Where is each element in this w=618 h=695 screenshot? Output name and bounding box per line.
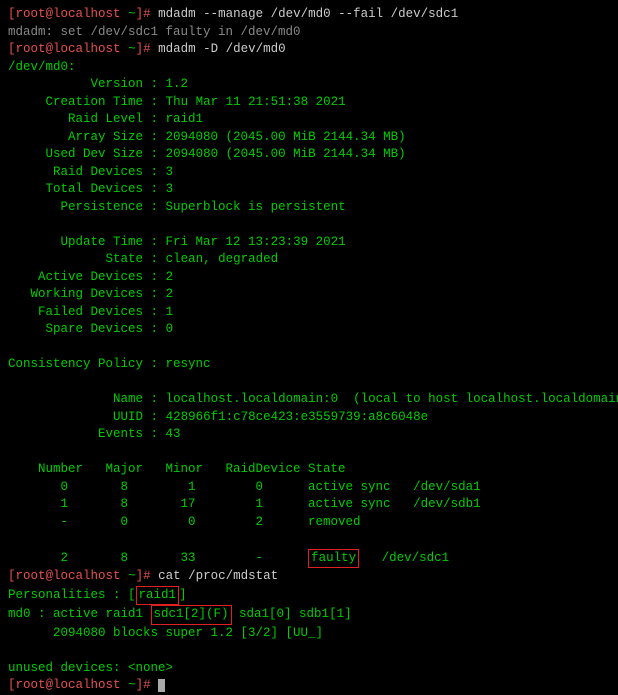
personalities-line: Personalities : [raid1] bbox=[8, 586, 610, 606]
device-row-removed: - 0 0 2 removed bbox=[8, 514, 610, 532]
unused-devices: unused devices: <none> bbox=[8, 660, 610, 678]
raid1-highlight: raid1 bbox=[136, 586, 180, 606]
field-consistency-policy: Consistency Policy : resync bbox=[8, 356, 610, 374]
device-table-header: Number Major Minor RaidDevice State bbox=[8, 461, 610, 479]
field-used-dev-size: Used Dev Size : 2094080 (2045.00 MiB 214… bbox=[8, 146, 610, 164]
field-active-devices: Active Devices : 2 bbox=[8, 269, 610, 287]
command-1: mdadm --manage /dev/md0 --fail /dev/sdc1 bbox=[158, 7, 458, 21]
md-header: /dev/md0: bbox=[8, 59, 610, 77]
field-persistence: Persistence : Superblock is persistent bbox=[8, 199, 610, 217]
field-failed-devices: Failed Devices : 1 bbox=[8, 304, 610, 322]
field-name: Name : localhost.localdomain:0 (local to… bbox=[8, 391, 610, 409]
cursor-icon bbox=[158, 679, 165, 692]
prompt-line-2: [root@localhost ~]# mdadm -D /dev/md0 bbox=[8, 41, 610, 59]
field-creation-time: Creation Time : Thu Mar 11 21:51:38 2021 bbox=[8, 94, 610, 112]
prompt-user-host: [root@localhost bbox=[8, 7, 121, 21]
md0-line: md0 : active raid1 sdc1[2](F) sda1[0] sd… bbox=[8, 605, 610, 625]
faulty-highlight: faulty bbox=[308, 549, 359, 569]
field-uuid: UUID : 428966f1:c78ce423:e3559739:a8c604… bbox=[8, 409, 610, 427]
prompt-line-4[interactable]: [root@localhost ~]# bbox=[8, 677, 610, 695]
field-spare-devices: Spare Devices : 0 bbox=[8, 321, 610, 339]
prompt-line-1: [root@localhost ~]# mdadm --manage /dev/… bbox=[8, 6, 610, 24]
prompt-line-3: [root@localhost ~]# cat /proc/mdstat bbox=[8, 568, 610, 586]
field-update-time: Update Time : Fri Mar 12 13:23:39 2021 bbox=[8, 234, 610, 252]
field-state: State : clean, degraded bbox=[8, 251, 610, 269]
field-raid-level: Raid Level : raid1 bbox=[8, 111, 610, 129]
blocks-line: 2094080 blocks super 1.2 [3/2] [UU_] bbox=[8, 625, 610, 643]
field-working-devices: Working Devices : 2 bbox=[8, 286, 610, 304]
command-3: cat /proc/mdstat bbox=[158, 569, 278, 583]
device-row-1: 1 8 17 1 active sync /dev/sdb1 bbox=[8, 496, 610, 514]
field-events: Events : 43 bbox=[8, 426, 610, 444]
field-raid-devices: Raid Devices : 3 bbox=[8, 164, 610, 182]
field-array-size: Array Size : 2094080 (2045.00 MiB 2144.3… bbox=[8, 129, 610, 147]
field-total-devices: Total Devices : 3 bbox=[8, 181, 610, 199]
command-2: mdadm -D /dev/md0 bbox=[158, 42, 286, 56]
device-row-0: 0 8 1 0 active sync /dev/sda1 bbox=[8, 479, 610, 497]
device-row-faulty: 2 8 33 - faulty /dev/sdc1 bbox=[8, 549, 610, 569]
sdc1-highlight: sdc1[2](F) bbox=[151, 605, 232, 625]
field-version: Version : 1.2 bbox=[8, 76, 610, 94]
output-1: mdadm: set /dev/sdc1 faulty in /dev/md0 bbox=[8, 24, 610, 42]
